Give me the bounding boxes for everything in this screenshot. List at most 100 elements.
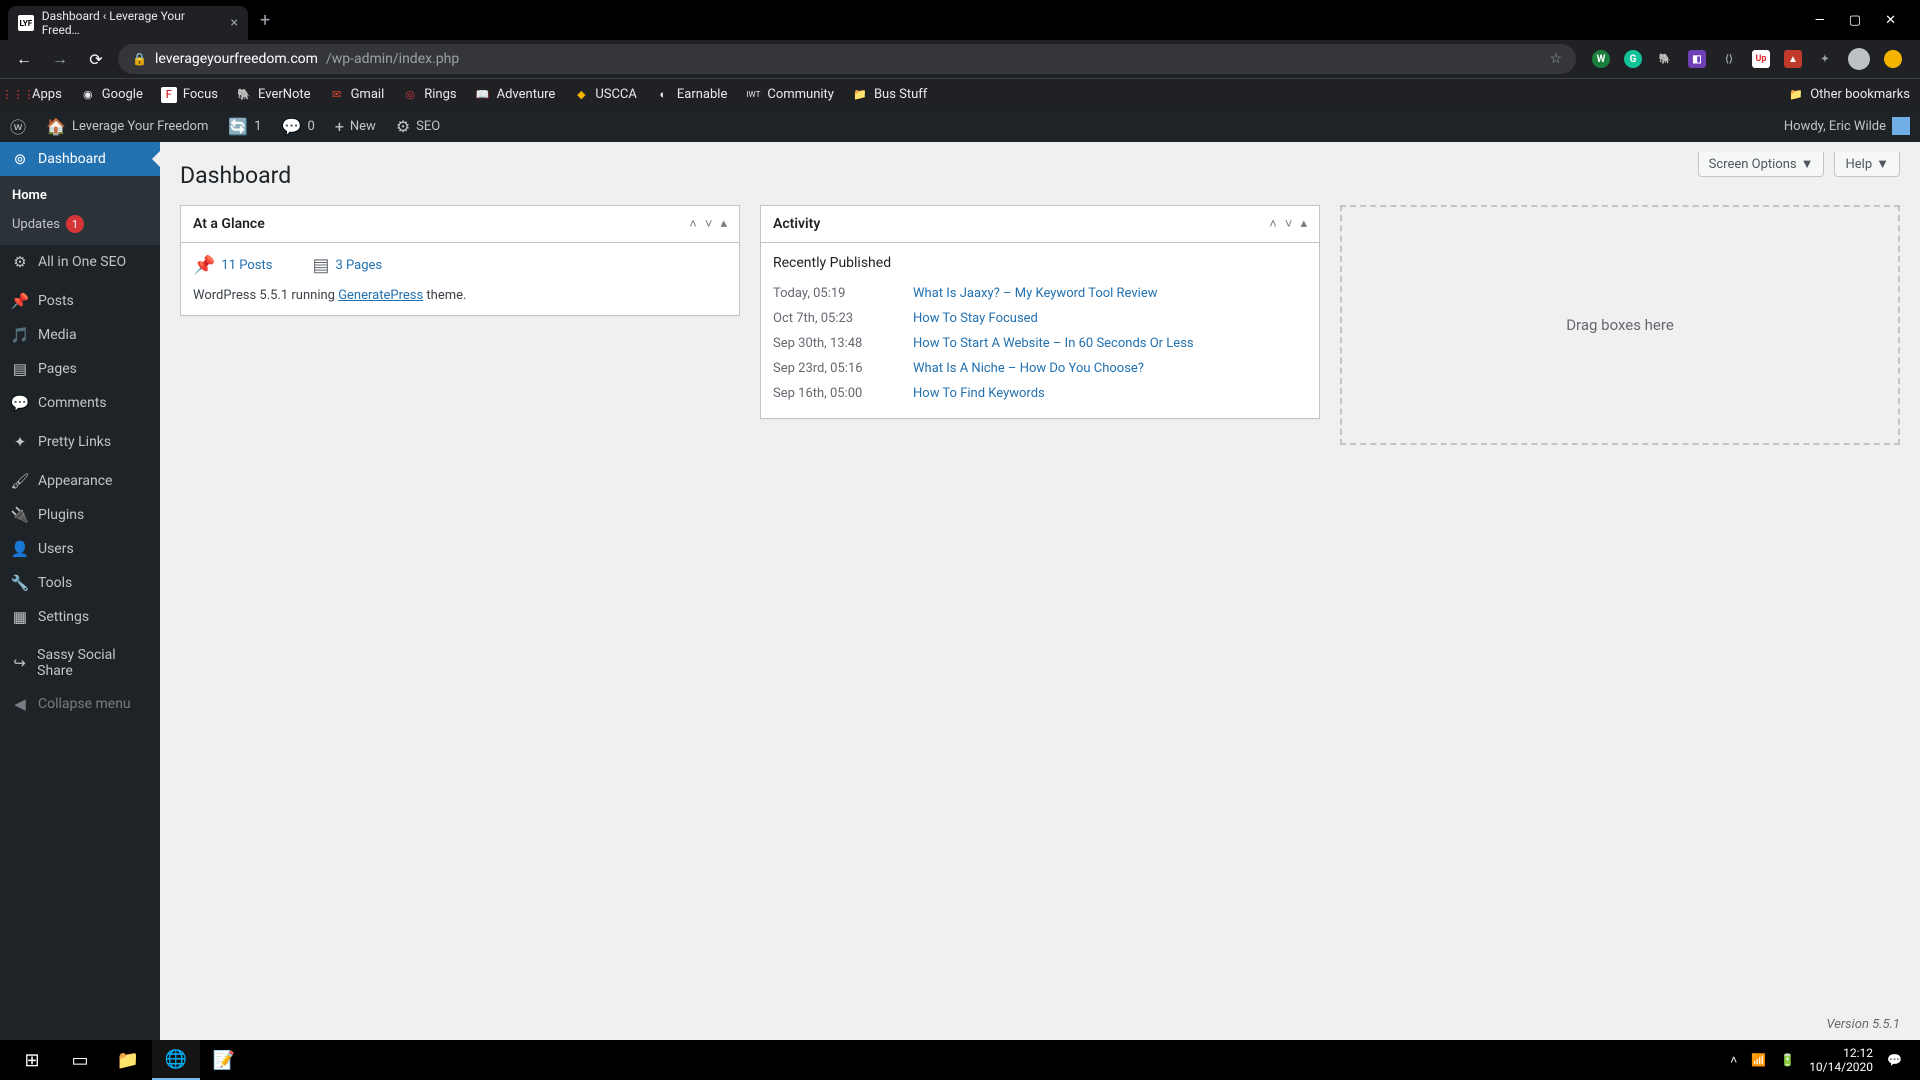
extension-icon[interactable]: ◧ [1688, 50, 1706, 68]
collapse-menu[interactable]: ◀Collapse menu [0, 687, 160, 721]
site-name-menu[interactable]: 🏠Leverage Your Freedom [36, 110, 218, 142]
account-menu[interactable]: Howdy, Eric Wilde [1784, 117, 1920, 135]
google-icon: ◉ [80, 87, 96, 103]
chrome-icon[interactable]: 🌐 [152, 1040, 200, 1080]
move-down-button[interactable]: ˅ [705, 216, 713, 232]
theme-link[interactable]: GeneratePress [338, 288, 423, 303]
help-button[interactable]: Help ▼ [1834, 152, 1900, 177]
new-tab-button[interactable]: + [260, 10, 270, 31]
extension-icon[interactable]: G [1624, 50, 1642, 68]
bookmark-google[interactable]: ◉Google [80, 87, 143, 103]
notifications-icon[interactable]: 💬 [1887, 1053, 1902, 1067]
clock[interactable]: 12:12 10/14/2020 [1809, 1046, 1873, 1075]
profile-avatar-icon[interactable] [1848, 48, 1870, 70]
browser-tab[interactable]: LYF Dashboard ‹ Leverage Your Freed… × [8, 6, 248, 40]
lock-icon: 🔒 [132, 52, 147, 66]
glance-posts-link[interactable]: 📌11 Posts [193, 255, 272, 276]
extension-icon[interactable]: ⟨⟩ [1720, 50, 1738, 68]
menu-appearance[interactable]: 🖌Appearance [0, 464, 160, 498]
task-view-button[interactable]: ▭ [56, 1040, 104, 1080]
menu-users[interactable]: 👤Users [0, 532, 160, 566]
close-tab-icon[interactable]: × [231, 15, 238, 31]
extension-icon[interactable]: W [1592, 50, 1610, 68]
menu-media[interactable]: 🎵Media [0, 318, 160, 352]
toggle-button[interactable]: ▴ [1300, 216, 1307, 232]
plugin-icon: 🔌 [10, 506, 30, 524]
file-explorer-icon[interactable]: 📁 [104, 1040, 152, 1080]
address-bar[interactable]: 🔒 leverageyourfreedom.com/wp-admin/index… [118, 44, 1576, 74]
updates-menu[interactable]: 🔄1 [218, 110, 271, 142]
bookmark-gmail[interactable]: ✉Gmail [329, 87, 385, 103]
widget-dropzone[interactable]: Drag boxes here [1340, 205, 1900, 445]
menu-pages[interactable]: ▤Pages [0, 352, 160, 386]
tray-chevron-icon[interactable]: ˄ [1730, 1053, 1737, 1067]
menu-all-in-one-seo[interactable]: ⚙All in One SEO [0, 245, 160, 279]
bookmark-rings[interactable]: ◎Rings [402, 87, 456, 103]
media-icon: 🎵 [10, 326, 30, 344]
start-button[interactable]: ⊞ [8, 1040, 56, 1080]
glance-pages-link[interactable]: ▤3 Pages [312, 255, 382, 276]
other-bookmarks[interactable]: 📁Other bookmarks [1788, 87, 1910, 103]
page-title: Dashboard [180, 162, 291, 189]
bookmark-uscca[interactable]: ◆USCCA [573, 87, 637, 103]
maximize-button[interactable]: ▢ [1849, 13, 1861, 28]
minimize-button[interactable]: — [1815, 13, 1825, 28]
bookmark-bus-stuff[interactable]: 📁Bus Stuff [852, 87, 927, 103]
submenu-updates[interactable]: Updates1 [0, 209, 160, 239]
pin-icon: 📌 [193, 255, 215, 276]
activity-post-link[interactable]: How To Find Keywords [913, 386, 1045, 401]
menu-plugins[interactable]: 🔌Plugins [0, 498, 160, 532]
collapse-icon: ◀ [10, 695, 30, 713]
reload-button[interactable]: ⟳ [82, 50, 110, 69]
menu-dashboard[interactable]: ⊚Dashboard [0, 142, 160, 176]
wrench-icon: 🔧 [10, 574, 30, 592]
bookmark-community[interactable]: IWTCommunity [745, 87, 834, 103]
menu-posts[interactable]: 📌Posts [0, 284, 160, 318]
move-down-button[interactable]: ˅ [1285, 216, 1293, 232]
seo-menu[interactable]: ⚙SEO [386, 110, 450, 142]
bookmark-focus[interactable]: FFocus [161, 87, 218, 103]
bookmark-adventure[interactable]: 📖Adventure [475, 87, 556, 103]
at-a-glance-box: At a Glance ˄ ˅ ▴ 📌11 Posts ▤3 Pages [180, 205, 740, 316]
forward-button[interactable]: → [46, 49, 74, 69]
evernote-icon: 🐘 [236, 87, 252, 103]
activity-post-link[interactable]: How To Start A Website – In 60 Seconds O… [913, 336, 1194, 351]
activity-date: Today, 05:19 [773, 286, 903, 301]
activity-post-link[interactable]: How To Stay Focused [913, 311, 1038, 326]
comments-menu[interactable]: 💬0 [272, 110, 325, 142]
menu-sassy-social[interactable]: ↪Sassy Social Share [0, 639, 160, 687]
back-button[interactable]: ← [10, 49, 38, 69]
star-icon: ✦ [10, 433, 30, 451]
extensions-menu-icon[interactable]: ✦ [1816, 50, 1834, 68]
new-content-menu[interactable]: +New [325, 110, 386, 142]
windows-taskbar: ⊞ ▭ 📁 🌐 📝 ˄ 📶 🔋 12:12 10/14/2020 💬 [0, 1040, 1920, 1080]
bookmark-apps[interactable]: ⋮⋮⋮Apps [10, 87, 62, 103]
bookmark-evernote[interactable]: 🐘EverNote [236, 87, 311, 103]
submenu-home[interactable]: Home [0, 182, 160, 209]
wp-logo-menu[interactable]: ⓦ [0, 110, 36, 142]
activity-section-heading: Recently Published [773, 255, 1307, 271]
menu-tools[interactable]: 🔧Tools [0, 566, 160, 600]
close-window-button[interactable]: ✕ [1885, 13, 1896, 28]
updates-icon: 🔄 [228, 117, 248, 136]
extension-icon[interactable]: Up [1752, 50, 1770, 68]
menu-settings[interactable]: ▦Settings [0, 600, 160, 634]
profile-icon[interactable] [1884, 50, 1902, 68]
menu-pretty-links[interactable]: ✦Pretty Links [0, 425, 160, 459]
screen-options-button[interactable]: Screen Options ▼ [1698, 152, 1825, 177]
bookmark-star-icon[interactable]: ☆ [1549, 51, 1562, 67]
move-up-button[interactable]: ˄ [1269, 216, 1277, 232]
evernote-icon[interactable]: 🐘 [1656, 50, 1674, 68]
notepad-icon[interactable]: 📝 [200, 1040, 248, 1080]
toggle-button[interactable]: ▴ [720, 216, 727, 232]
activity-post-link[interactable]: What Is A Niche – How Do You Choose? [913, 361, 1144, 376]
wp-version-footer: Version 5.5.1 [1826, 1017, 1900, 1032]
activity-post-link[interactable]: What Is Jaaxy? – My Keyword Tool Review [913, 286, 1158, 301]
move-up-button[interactable]: ˄ [689, 216, 697, 232]
extension-icons: W G 🐘 ◧ ⟨⟩ Up ▲ ✦ [1584, 48, 1910, 70]
bookmark-earnable[interactable]: ◐Earnable [655, 87, 727, 103]
pdf-icon[interactable]: ▲ [1784, 50, 1802, 68]
wifi-icon[interactable]: 📶 [1751, 1053, 1766, 1067]
battery-icon[interactable]: 🔋 [1780, 1053, 1795, 1067]
menu-comments[interactable]: 💬Comments [0, 386, 160, 420]
